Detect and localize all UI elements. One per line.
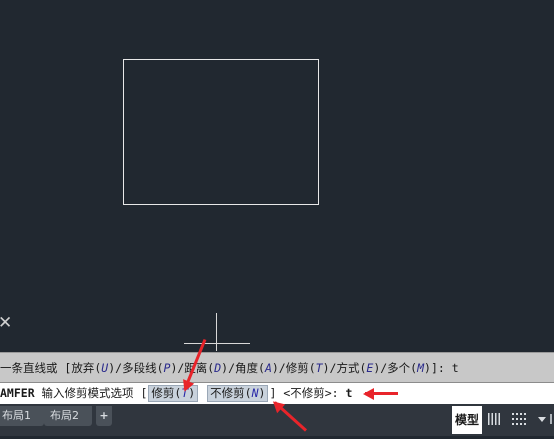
drawing-canvas[interactable]: ✕ xyxy=(0,0,554,352)
command-name: AMFER xyxy=(0,386,35,400)
crosshair-cursor-horizontal xyxy=(184,343,250,344)
more-icon[interactable] xyxy=(547,408,554,430)
grid-icon[interactable] xyxy=(486,408,504,430)
drawn-rectangle[interactable] xyxy=(123,59,319,205)
command-prompt: 输入修剪模式选项 [ xyxy=(34,386,148,400)
model-space-button[interactable]: 模型 xyxy=(452,406,482,434)
snap-icon[interactable] xyxy=(510,408,528,430)
tab-layout1[interactable]: 布局1 xyxy=(0,406,44,426)
tab-layout2[interactable]: 布局2 xyxy=(44,406,92,426)
crosshair-cursor-vertical xyxy=(216,313,217,351)
command-history: 一条直线或 [放弃(U)/多段线(P)/距离(D)/角度(A)/修剪(T)/方式… xyxy=(0,352,554,382)
annotation-arrow-to-input xyxy=(365,392,398,395)
close-icon[interactable]: ✕ xyxy=(0,313,14,333)
add-layout-button[interactable]: + xyxy=(96,406,112,426)
command-suffix: ] <不修剪>: xyxy=(269,386,346,400)
command-input-value[interactable]: t xyxy=(346,386,353,400)
option-no-trim-button[interactable]: 不修剪(N) xyxy=(207,385,269,402)
